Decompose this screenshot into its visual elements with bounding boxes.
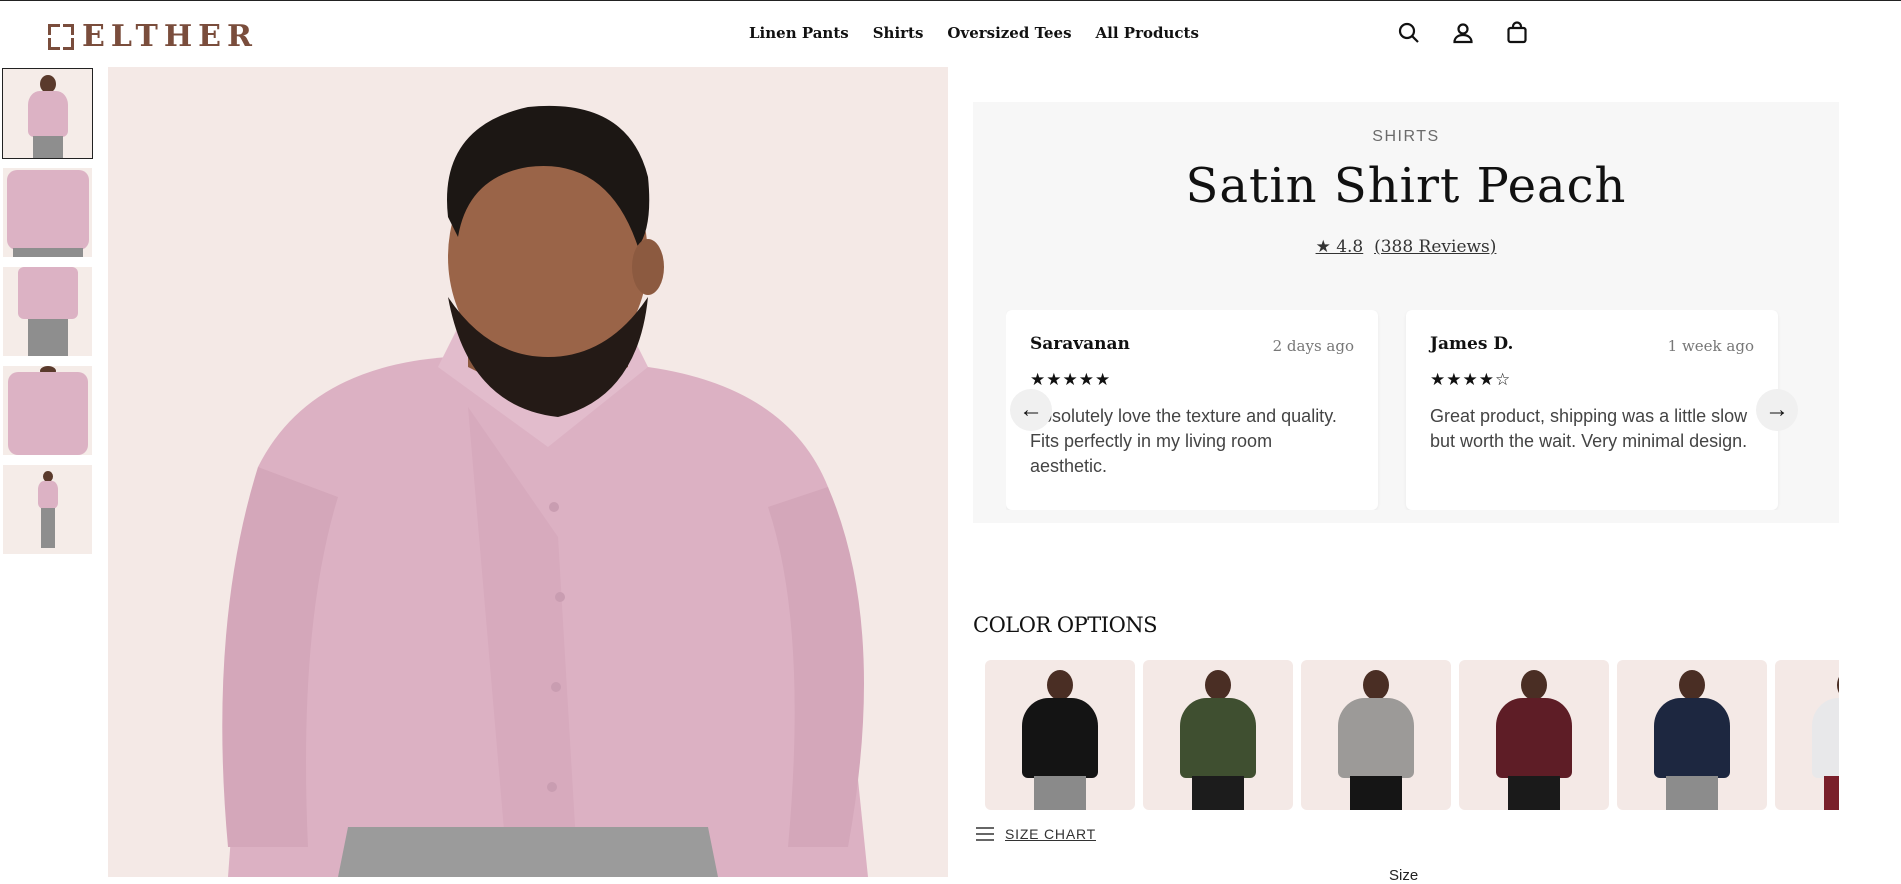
- swatch-pants: [1350, 776, 1402, 810]
- rating-value[interactable]: ★ 4.8: [1316, 237, 1364, 257]
- review-card: Saravanan 2 days ago ★★★★★ Absolutely lo…: [1006, 310, 1378, 510]
- product-category: SHIRTS: [1372, 128, 1440, 145]
- review-date: 1 week ago: [1667, 337, 1754, 355]
- model-photo: [222, 105, 868, 877]
- swatch-pants: [1034, 776, 1086, 810]
- color-swatches: [985, 660, 1839, 810]
- color-swatch-olive[interactable]: [1143, 660, 1293, 810]
- color-swatch-grey[interactable]: [1301, 660, 1451, 810]
- color-swatch-black[interactable]: [985, 660, 1135, 810]
- site-header: ELTHER Linen Pants Shirts Oversized Tees…: [0, 1, 1901, 67]
- main-nav: Linen Pants Shirts Oversized Tees All Pr…: [749, 24, 1199, 42]
- brand-logo[interactable]: ELTHER: [48, 19, 258, 54]
- review-stars: ★★★★☆: [1430, 370, 1512, 389]
- thumbnail-close-up[interactable]: [3, 168, 92, 257]
- swatch-shirt: [1812, 698, 1839, 778]
- nav-item-all-products[interactable]: All Products: [1096, 24, 1199, 42]
- swatch-pants: [1508, 776, 1560, 810]
- product-info-panel: SHIRTS Satin Shirt Peach ★ 4.8 (388 Revi…: [973, 102, 1839, 523]
- swatch-pants: [1824, 776, 1839, 810]
- brand-name: ELTHER: [82, 19, 258, 54]
- review-card: James D. 1 week ago ★★★★☆ Great product,…: [1406, 310, 1778, 510]
- swatch-shirt: [1496, 698, 1572, 778]
- main-product-image[interactable]: [108, 67, 948, 877]
- nav-item-shirts[interactable]: Shirts: [873, 24, 924, 42]
- thumbnail-strip: [2, 68, 96, 564]
- review-date: 2 days ago: [1272, 337, 1354, 355]
- size-chart-link[interactable]: SIZE CHART: [975, 826, 1096, 842]
- review-text: Absolutely love the texture and quality.…: [1030, 406, 1337, 476]
- product-rating: ★ 4.8 (388 Reviews): [973, 237, 1839, 257]
- account-icon[interactable]: [1451, 21, 1475, 45]
- review-stars: ★★★★★: [1030, 370, 1112, 389]
- color-swatch-white[interactable]: [1775, 660, 1839, 810]
- swatch-shirt: [1338, 698, 1414, 778]
- size-chart-label: SIZE CHART: [1005, 826, 1096, 842]
- swatch-shirt: [1022, 698, 1098, 778]
- carousel-prev-button[interactable]: ←: [1010, 389, 1052, 431]
- product-title: Satin Shirt Peach: [1185, 158, 1627, 214]
- swatch-shirt: [1654, 698, 1730, 778]
- logo-mark-icon: [48, 23, 74, 50]
- carousel-next-button[interactable]: →: [1756, 389, 1798, 431]
- thumbnail-side-view[interactable]: [3, 267, 92, 356]
- nav-item-linen-pants[interactable]: Linen Pants: [749, 24, 849, 42]
- header-actions: [1397, 21, 1529, 45]
- color-swatch-maroon[interactable]: [1459, 660, 1609, 810]
- swatch-pants: [1666, 776, 1718, 810]
- swatch-shirt: [1180, 698, 1256, 778]
- menu-lines-icon: [976, 827, 994, 841]
- thumbnail-detail-view[interactable]: [3, 366, 92, 455]
- review-text: Great product, shipping was a little slo…: [1430, 406, 1748, 451]
- color-swatch-navy[interactable]: [1617, 660, 1767, 810]
- reviews-carousel: Saravanan 2 days ago ★★★★★ Absolutely lo…: [1006, 310, 1806, 510]
- bag-icon[interactable]: [1505, 21, 1529, 45]
- nav-item-oversized-tees[interactable]: Oversized Tees: [947, 24, 1071, 42]
- thumbnail-front-view[interactable]: [2, 68, 93, 159]
- color-options-heading: COLOR OPTIONS: [973, 613, 1158, 637]
- swatch-pants: [1192, 776, 1244, 810]
- reviews-count-link[interactable]: (388 Reviews): [1374, 237, 1496, 257]
- search-icon[interactable]: [1397, 21, 1421, 45]
- thumbnail-full-length-view[interactable]: [3, 465, 92, 554]
